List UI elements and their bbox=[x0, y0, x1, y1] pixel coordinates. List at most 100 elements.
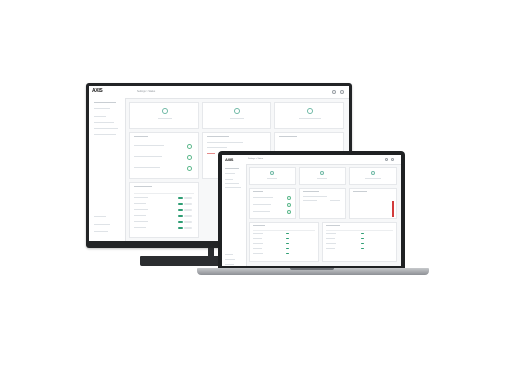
monitor-nav-item[interactable] bbox=[94, 108, 110, 110]
status-toggle[interactable] bbox=[286, 243, 289, 245]
laptop-detail-card bbox=[249, 188, 296, 219]
card-label bbox=[317, 178, 327, 179]
card-title bbox=[279, 136, 297, 138]
status-toggle[interactable] bbox=[361, 238, 364, 240]
laptop-nav-item[interactable] bbox=[225, 168, 239, 169]
status-toggle[interactable] bbox=[361, 233, 364, 235]
card-label bbox=[267, 178, 277, 179]
card-title bbox=[253, 191, 263, 192]
card-title bbox=[303, 191, 319, 192]
monitor-top-bar: AXIS Settings > Status bbox=[89, 86, 349, 99]
detail-row bbox=[330, 200, 340, 201]
status-chip bbox=[184, 197, 192, 199]
table-row bbox=[253, 253, 263, 254]
check-icon bbox=[187, 144, 192, 149]
status-toggle[interactable] bbox=[361, 243, 364, 245]
laptop-sidebar bbox=[222, 164, 247, 266]
monitor-nav-item[interactable] bbox=[94, 134, 116, 136]
table-row bbox=[134, 197, 148, 199]
monitor-summary-card[interactable] bbox=[202, 102, 271, 129]
detail-row bbox=[303, 196, 327, 197]
status-toggle[interactable] bbox=[178, 221, 183, 223]
monitor-menu-icon[interactable] bbox=[340, 90, 344, 94]
monitor-table-card bbox=[129, 182, 199, 238]
status-toggle[interactable] bbox=[286, 248, 289, 250]
laptop-hinge-notch bbox=[290, 268, 334, 270]
card-label bbox=[230, 118, 244, 120]
check-icon bbox=[187, 155, 192, 160]
laptop-user-icon[interactable] bbox=[385, 158, 388, 161]
status-toggle[interactable] bbox=[178, 215, 183, 217]
monitor-nav-item[interactable] bbox=[94, 216, 106, 218]
laptop-nav-item[interactable] bbox=[225, 187, 241, 188]
status-toggle[interactable] bbox=[178, 197, 183, 199]
status-toggle[interactable] bbox=[178, 209, 183, 211]
table-row bbox=[253, 238, 262, 239]
card-label bbox=[365, 178, 381, 179]
check-icon bbox=[287, 210, 291, 214]
status-toggle[interactable] bbox=[286, 253, 289, 255]
warning-label bbox=[207, 153, 215, 155]
detail-row bbox=[134, 167, 160, 169]
table-header-divider bbox=[326, 230, 393, 231]
monitor-nav-item[interactable] bbox=[94, 122, 114, 124]
laptop: AXIS Settings > Status bbox=[218, 151, 405, 269]
status-toggle[interactable] bbox=[178, 203, 183, 205]
detail-row bbox=[303, 200, 317, 201]
monitor-detail-card bbox=[129, 132, 199, 179]
monitor-nav-item[interactable] bbox=[94, 224, 110, 226]
status-icon bbox=[371, 171, 375, 175]
table-header-divider bbox=[253, 230, 315, 231]
table-row bbox=[326, 233, 336, 234]
table-row bbox=[134, 203, 146, 205]
table-title bbox=[253, 225, 265, 226]
laptop-nav-item[interactable] bbox=[225, 259, 235, 260]
monitor-summary-card[interactable] bbox=[129, 102, 199, 129]
status-icon bbox=[307, 108, 313, 114]
laptop-summary-card[interactable] bbox=[299, 167, 346, 185]
table-row bbox=[134, 227, 146, 229]
detail-row bbox=[253, 197, 273, 198]
card-title bbox=[353, 191, 367, 192]
monitor-summary-card[interactable] bbox=[274, 102, 344, 129]
table-row bbox=[326, 238, 335, 239]
detail-row bbox=[134, 145, 164, 147]
laptop-logo: AXIS bbox=[225, 157, 234, 162]
laptop-summary-card[interactable] bbox=[249, 167, 296, 185]
monitor-sidebar bbox=[89, 98, 126, 241]
laptop-nav-item[interactable] bbox=[225, 179, 233, 180]
monitor-nav-item[interactable] bbox=[94, 102, 116, 104]
laptop-nav-item[interactable] bbox=[225, 254, 233, 255]
monitor-user-icon[interactable] bbox=[332, 90, 336, 94]
monitor-nav-item[interactable] bbox=[94, 231, 108, 233]
laptop-menu-icon[interactable] bbox=[391, 158, 394, 161]
status-toggle[interactable] bbox=[286, 238, 289, 240]
status-toggle[interactable] bbox=[286, 233, 289, 235]
status-toggle[interactable] bbox=[361, 248, 364, 250]
status-chip bbox=[184, 209, 192, 211]
table-title bbox=[326, 225, 340, 226]
table-row bbox=[326, 248, 335, 249]
laptop-summary-card[interactable] bbox=[349, 167, 397, 185]
laptop-table-card bbox=[249, 222, 319, 262]
laptop-nav-item[interactable] bbox=[225, 173, 235, 174]
monitor-nav-item[interactable] bbox=[94, 116, 106, 118]
laptop-chart-card bbox=[349, 188, 397, 219]
table-row bbox=[134, 215, 146, 217]
status-icon bbox=[162, 108, 168, 114]
laptop-breadcrumb[interactable]: Settings > Status bbox=[248, 158, 263, 160]
status-chip bbox=[184, 215, 192, 217]
status-chip bbox=[184, 203, 192, 205]
monitor-nav-item[interactable] bbox=[94, 128, 118, 130]
status-icon bbox=[234, 108, 240, 114]
detail-row bbox=[207, 147, 227, 149]
laptop-detail-card bbox=[299, 188, 346, 219]
table-row bbox=[253, 243, 263, 244]
monitor-breadcrumb[interactable]: Settings > Status bbox=[137, 90, 155, 93]
check-icon bbox=[287, 203, 291, 207]
status-toggle[interactable] bbox=[178, 227, 183, 229]
laptop-nav-item[interactable] bbox=[225, 183, 239, 184]
laptop-nav-item[interactable] bbox=[225, 264, 234, 265]
monitor-logo: AXIS bbox=[92, 88, 103, 94]
laptop-screen: AXIS Settings > Status bbox=[222, 155, 401, 266]
